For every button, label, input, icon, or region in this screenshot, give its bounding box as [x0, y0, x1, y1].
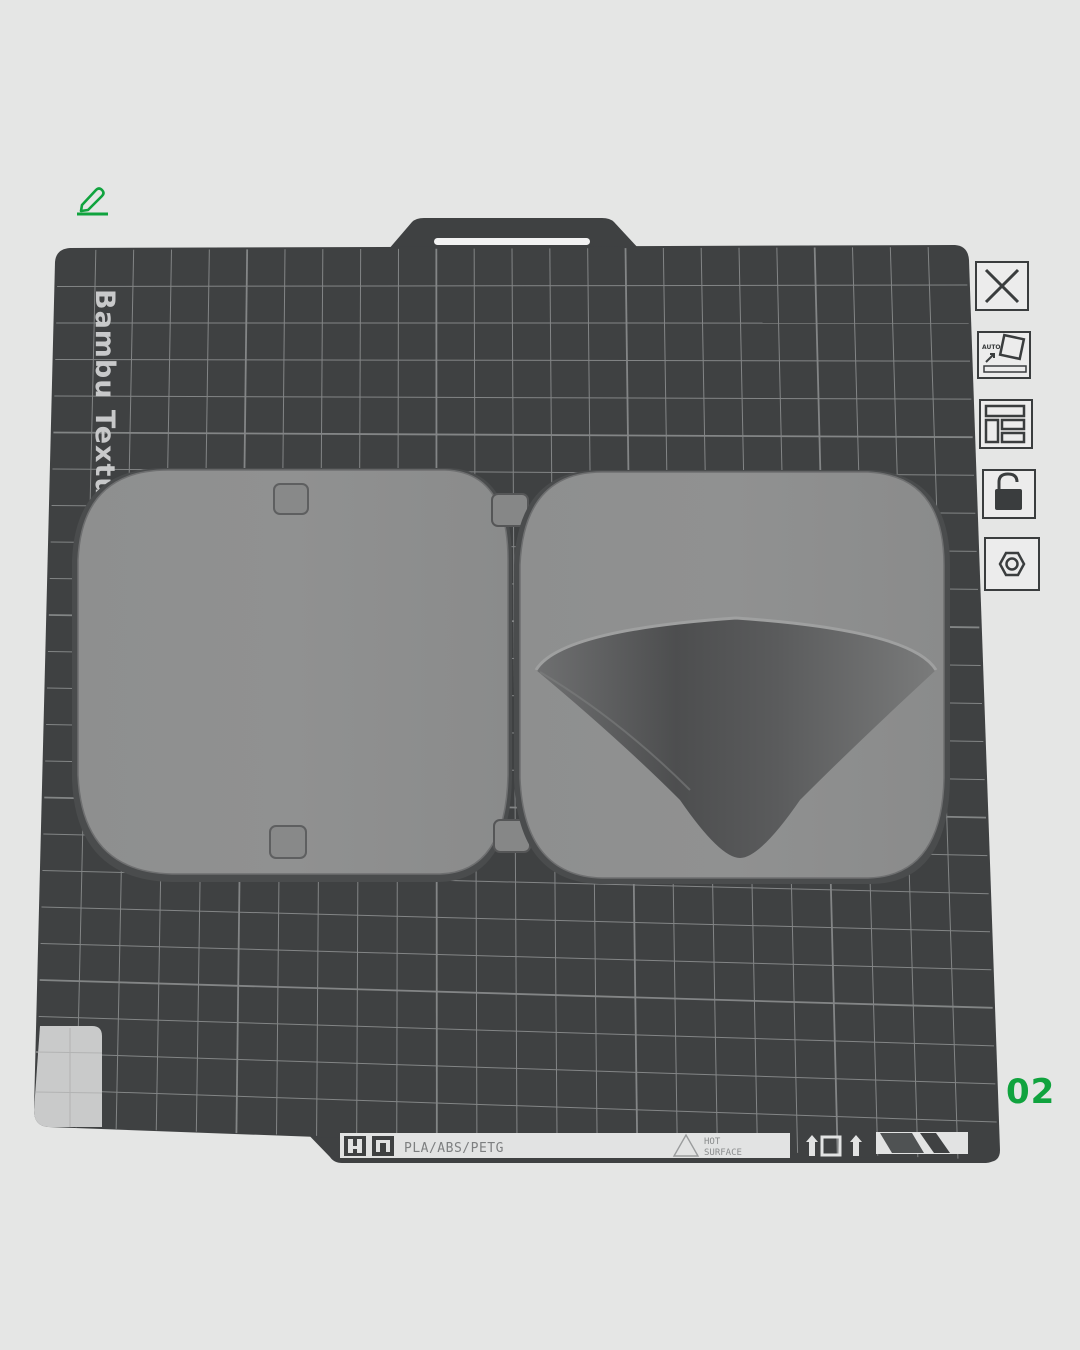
label-material: PLA/ABS/PETG [404, 1141, 504, 1156]
model-part-left[interactable] [72, 468, 512, 882]
label-warning-surface: SURFACE [704, 1148, 742, 1158]
close-plate-button[interactable] [975, 261, 1029, 311]
edit-plate-name-button[interactable] [72, 180, 112, 216]
plate-tab-slot [434, 238, 590, 245]
svg-text:AUTO: AUTO [982, 344, 1001, 351]
alignment-peg-top-left [273, 483, 309, 515]
alignment-peg-bottom-left [269, 825, 307, 859]
3d-viewport[interactable]: Bambu Textured PLA/ABS/PETG HOT SURFACE [0, 0, 1080, 1350]
pencil-icon [77, 187, 108, 216]
auto-orient-button[interactable]: AUTO [977, 331, 1031, 379]
plate-top-tab [388, 218, 640, 250]
plate-toolbar: AUTO [975, 261, 1040, 591]
model-part-right[interactable] [514, 470, 950, 884]
plate-settings-button[interactable] [984, 537, 1040, 591]
lock-plate-button[interactable] [982, 469, 1036, 519]
arrange-button[interactable] [979, 399, 1033, 449]
label-warning-hot: HOT [704, 1137, 721, 1147]
plate-corner-marker [34, 1026, 102, 1127]
plate-number: 02 [1006, 1072, 1056, 1112]
